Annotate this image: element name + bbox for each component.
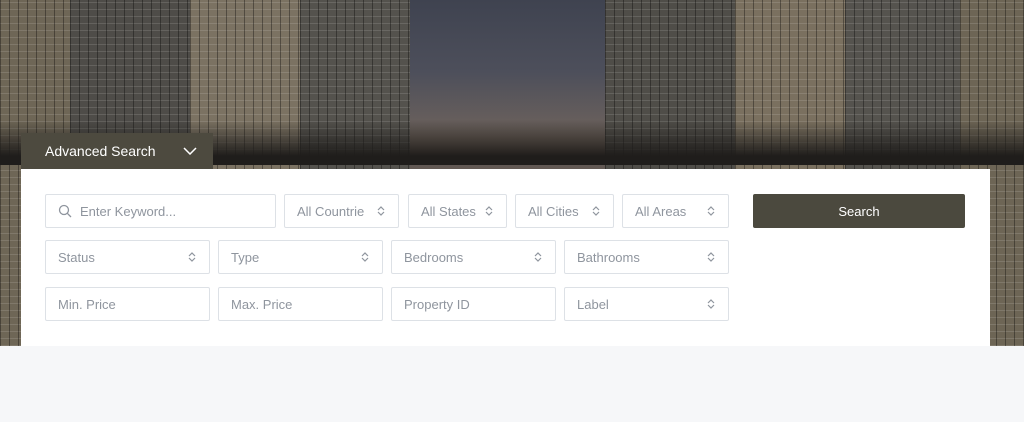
sort-arrows-icon bbox=[706, 206, 716, 216]
search-icon bbox=[58, 204, 72, 218]
sort-arrows-icon bbox=[484, 206, 494, 216]
bathrooms-select[interactable]: Bathrooms bbox=[564, 240, 729, 274]
chevron-down-icon bbox=[183, 144, 197, 158]
sort-arrows-icon bbox=[706, 299, 716, 309]
country-select-value: All Countrie bbox=[297, 203, 365, 219]
label-select-value: Label bbox=[577, 296, 609, 312]
status-select-value: Status bbox=[58, 249, 95, 265]
type-select-value: Type bbox=[231, 249, 260, 265]
bedrooms-select-value: Bedrooms bbox=[404, 249, 464, 265]
min-price-placeholder: Min. Price bbox=[58, 296, 116, 312]
area-select[interactable]: All Areas bbox=[622, 194, 729, 228]
min-price-input[interactable]: Min. Price bbox=[45, 287, 210, 321]
sort-arrows-icon bbox=[376, 206, 386, 216]
city-select[interactable]: All Cities bbox=[515, 194, 614, 228]
bedrooms-select[interactable]: Bedrooms bbox=[391, 240, 556, 274]
state-select-value: All States bbox=[421, 203, 476, 219]
property-id-input[interactable]: Property ID bbox=[391, 287, 556, 321]
max-price-placeholder: Max. Price bbox=[231, 296, 293, 312]
sort-arrows-icon bbox=[360, 252, 370, 262]
sort-arrows-icon bbox=[591, 206, 601, 216]
search-panel: Enter Keyword... All Countrie All States… bbox=[21, 169, 990, 346]
state-select[interactable]: All States bbox=[408, 194, 507, 228]
bathrooms-select-value: Bathrooms bbox=[577, 249, 640, 265]
sort-arrows-icon bbox=[706, 252, 716, 262]
advanced-search-label: Advanced Search bbox=[45, 143, 156, 159]
keyword-placeholder: Enter Keyword... bbox=[80, 203, 177, 219]
label-select[interactable]: Label bbox=[564, 287, 729, 321]
area-select-value: All Areas bbox=[635, 203, 687, 219]
sort-arrows-icon bbox=[187, 252, 197, 262]
country-select[interactable]: All Countrie bbox=[284, 194, 399, 228]
type-select[interactable]: Type bbox=[218, 240, 383, 274]
sort-arrows-icon bbox=[533, 252, 543, 262]
keyword-input[interactable]: Enter Keyword... bbox=[45, 194, 276, 228]
search-button[interactable]: Search bbox=[753, 194, 965, 228]
city-select-value: All Cities bbox=[528, 203, 579, 219]
advanced-search-toggle[interactable]: Advanced Search bbox=[21, 133, 213, 169]
max-price-input[interactable]: Max. Price bbox=[218, 287, 383, 321]
property-id-placeholder: Property ID bbox=[404, 296, 470, 312]
status-select[interactable]: Status bbox=[45, 240, 210, 274]
